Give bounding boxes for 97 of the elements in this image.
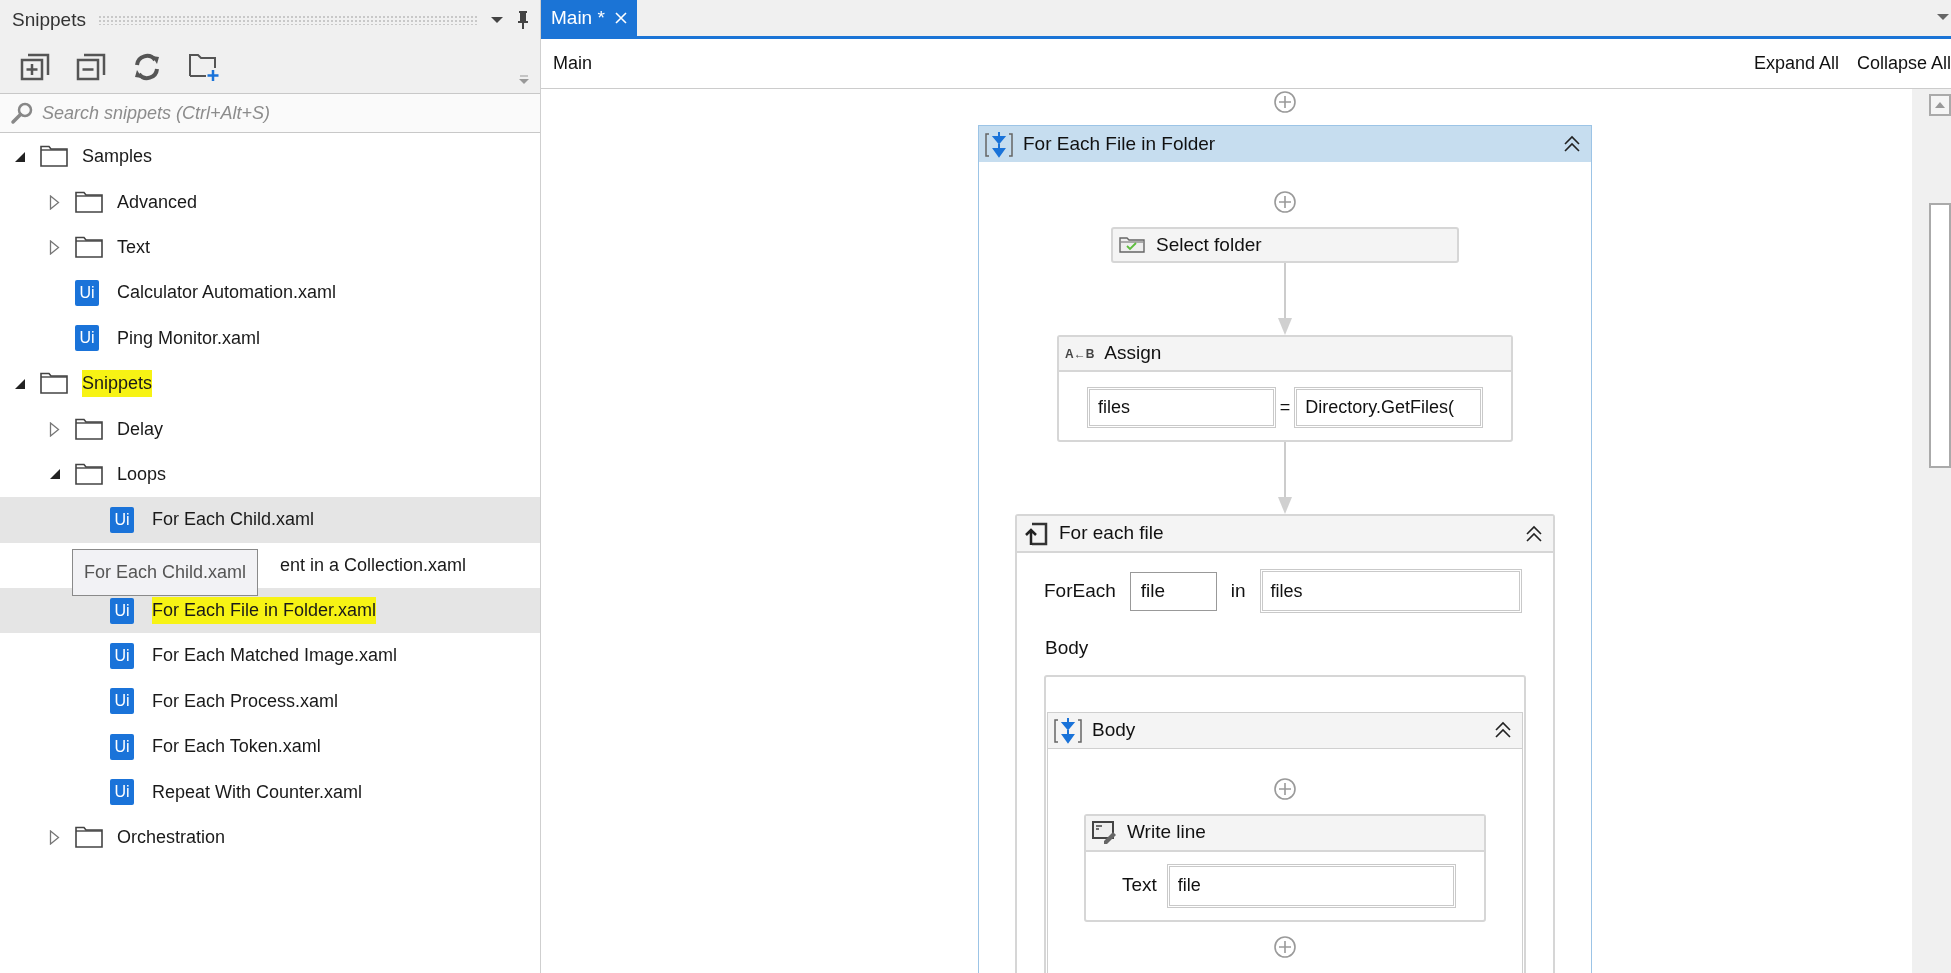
for-each-activity[interactable]: For each file ForEach file in files Body Body Write line Text file: [1015, 514, 1555, 973]
assign-icon: A←B: [1065, 344, 1095, 363]
file-icon: Ui: [110, 779, 134, 806]
collapse-all-icon[interactable]: [76, 52, 106, 81]
sequence-icon: [1054, 716, 1082, 744]
folder-icon: [75, 235, 104, 259]
search-field[interactable]: Search snippets (Ctrl+Alt+S): [42, 99, 540, 127]
tree-item-label[interactable]: For Each Matched Image.xaml: [152, 642, 398, 670]
tree-item-label[interactable]: Snippets: [82, 370, 153, 398]
file-icon: Ui: [75, 325, 99, 352]
file-icon: Ui: [75, 279, 99, 306]
loop-icon: [1023, 520, 1049, 547]
sequence-icon: [985, 130, 1013, 158]
file-icon: Ui: [110, 643, 134, 669]
expression-field[interactable]: files: [1259, 569, 1522, 613]
panel-title: Snippets: [12, 7, 86, 32]
collapse-icon[interactable]: [1563, 135, 1581, 153]
folder-icon: [75, 826, 104, 850]
scroll-up-button[interactable]: [1929, 94, 1951, 116]
file-icon: Ui: [110, 506, 134, 533]
collapsed-arrow-icon[interactable]: [49, 421, 61, 437]
tree-item-label[interactable]: ent in a Collection.xaml: [280, 551, 467, 579]
scroll-thumb[interactable]: [1929, 203, 1951, 468]
assign-activity[interactable]: A←B Assign files = Directory.GetFiles(: [1057, 335, 1513, 442]
connector-arrow: [1278, 442, 1292, 514]
add-activity-icon[interactable]: [1274, 777, 1296, 800]
connector-arrow: [1278, 263, 1292, 335]
folder-icon: [75, 190, 104, 214]
overflow-icon[interactable]: [518, 75, 530, 85]
tree-item-label[interactable]: For Each File in Folder.xaml: [152, 597, 377, 625]
tree-item-label[interactable]: Samples: [82, 143, 153, 171]
up-arrow-icon: [1935, 102, 1945, 108]
expand-all-link[interactable]: Expand All: [1753, 50, 1839, 77]
activity-title: Body: [1092, 717, 1136, 742]
add-activity-icon[interactable]: [1274, 91, 1296, 113]
tree-item-label[interactable]: For Each Process.xaml: [152, 687, 339, 715]
document-tab[interactable]: Main *: [541, 0, 637, 36]
expanded-arrow-icon[interactable]: [14, 377, 26, 390]
search-icon: [10, 101, 34, 125]
tree-item-label[interactable]: Text: [117, 233, 150, 261]
item-field[interactable]: file: [1129, 571, 1217, 611]
select-folder-activity[interactable]: Select folder: [1111, 227, 1459, 263]
collapse-icon[interactable]: [1525, 524, 1543, 543]
write-line-activity[interactable]: Write line Text file: [1084, 813, 1486, 922]
collapsed-arrow-icon[interactable]: [49, 830, 61, 846]
field-label: ForEach: [1044, 578, 1116, 603]
collapse-all-link[interactable]: Collapse All: [1856, 50, 1951, 77]
tree-item-label[interactable]: For Each Child.xaml: [152, 506, 315, 534]
expression-field[interactable]: Directory.GetFiles(: [1294, 387, 1483, 428]
expand-all-icon[interactable]: [20, 52, 50, 81]
collapse-icon[interactable]: [1494, 721, 1512, 739]
tree-item-label[interactable]: Ping Monitor.xaml: [117, 324, 261, 352]
folder-icon: [75, 417, 104, 441]
tree-item-label[interactable]: Repeat With Counter.xaml: [152, 778, 363, 806]
file-icon: Ui: [110, 688, 134, 715]
folder-check-icon: [1119, 236, 1146, 254]
expression-field[interactable]: files: [1087, 387, 1276, 428]
tree-item-label[interactable]: Calculator Automation.xaml: [117, 279, 337, 307]
expression-field[interactable]: file: [1166, 863, 1456, 908]
pin-icon[interactable]: [516, 10, 530, 30]
sequence-container[interactable]: Body Write line Text file: [1047, 711, 1523, 973]
tree-item-label[interactable]: Advanced: [117, 188, 198, 216]
collapsed-arrow-icon[interactable]: [49, 194, 61, 210]
activity-title: Assign: [1104, 341, 1162, 366]
folder-icon: [40, 145, 69, 169]
tree-item-label[interactable]: Orchestration: [117, 824, 226, 852]
field-label: in: [1230, 578, 1246, 603]
new-folder-icon[interactable]: [188, 51, 220, 82]
expanded-arrow-icon[interactable]: [49, 468, 61, 481]
equals-sign: =: [1279, 396, 1291, 419]
folder-icon: [40, 372, 69, 396]
tree-item-label[interactable]: Loops: [117, 460, 167, 488]
folder-icon: [75, 462, 104, 486]
expanded-arrow-icon[interactable]: [14, 150, 26, 163]
refresh-icon[interactable]: [132, 52, 162, 81]
body-label: Body: [1044, 636, 1089, 660]
activity-title: Write line: [1127, 820, 1206, 845]
close-icon[interactable]: [614, 12, 627, 24]
field-label: Text: [1122, 873, 1157, 898]
search-box[interactable]: Search snippets (Ctrl+Alt+S): [0, 94, 540, 133]
collapsed-arrow-icon[interactable]: [49, 239, 61, 255]
activity-title: For Each File in Folder: [1023, 131, 1216, 156]
add-activity-icon[interactable]: [1274, 935, 1296, 958]
dropdown-icon[interactable]: [1937, 13, 1949, 21]
write-line-icon: [1092, 820, 1117, 845]
tree-item-label[interactable]: Delay: [117, 415, 164, 443]
activity-title: Select folder: [1156, 232, 1262, 257]
breadcrumb: Main: [553, 52, 592, 75]
file-icon: Ui: [110, 597, 134, 624]
add-activity-icon[interactable]: [1274, 191, 1296, 213]
sequence-container[interactable]: For Each File in Folder Select folder A←B Assign files = Directory.GetFiles( For each file ForEach file in files Body Body Write line Text file: [978, 125, 1592, 973]
scrollbar[interactable]: [1912, 89, 1951, 973]
tooltip: For Each Child.xaml: [72, 549, 259, 596]
activity-title: For each file: [1059, 521, 1164, 546]
dropdown-icon[interactable]: [490, 16, 504, 24]
file-icon: Ui: [110, 733, 134, 760]
tree-item-label[interactable]: For Each Token.xaml: [152, 733, 321, 761]
